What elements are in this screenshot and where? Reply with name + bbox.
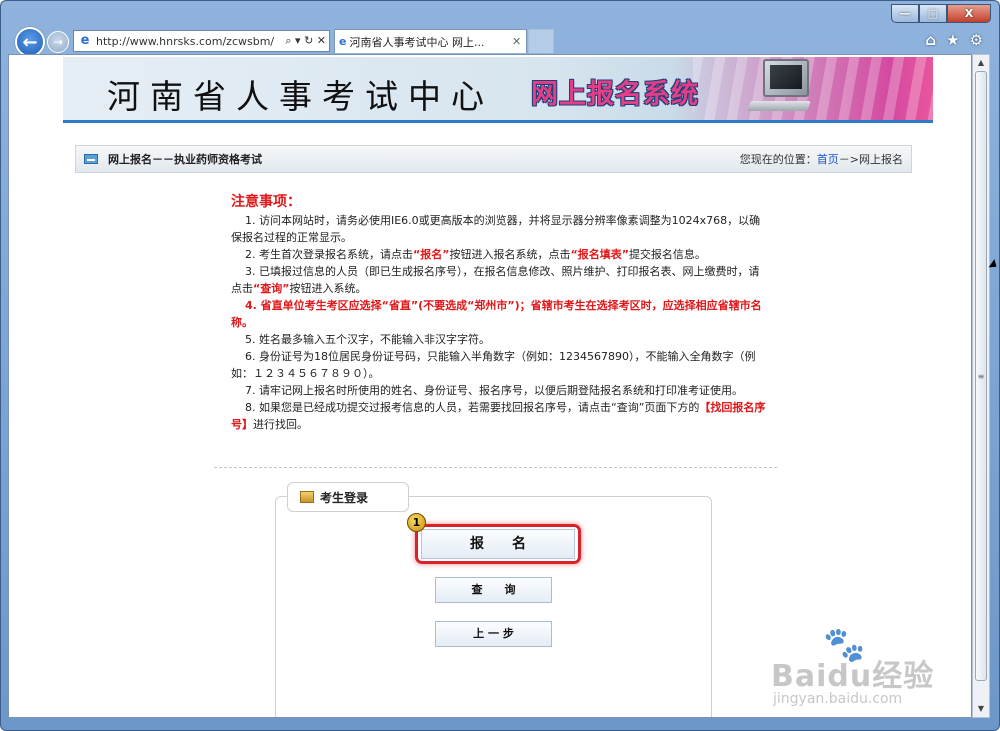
baidu-watermark: 🐾 Baidu经验 jingyan.baidu.com [761, 625, 971, 715]
breadcrumb-current: －>网上报名 [838, 153, 903, 166]
close-window-button[interactable]: X [947, 4, 991, 23]
notice-item-1: 1. 访问本网站时，请务必使用IE6.0或更高版本的浏览器，并将显示器分辨率像素… [231, 214, 761, 244]
notice-item-8: 8. 如果您是已经成功提交过报考信息的人员，若需要找回报名序号，请点击“查询”页… [231, 401, 766, 431]
notice-item-7: 7. 请牢记网上报名时所使用的姓名、身份证号、报名序号，以便后期登陆报名系统和打… [245, 384, 743, 397]
address-bar[interactable]: e http://www.hnrsks.com/zcwsbm/ ⌕ ▾ ↻ ✕ [73, 30, 330, 52]
site-banner: 河南省人事考试中心 网上报名系统 [63, 57, 933, 123]
back-button[interactable]: ← [15, 27, 45, 57]
page-title-bar: 网上报名－－执业药师资格考试 您现在的位置：首页－>网上报名 [75, 145, 912, 173]
scroll-down-arrow[interactable]: ▼ [973, 701, 989, 717]
list-icon [84, 154, 98, 164]
banner-system-name: 网上报名系统 [531, 79, 699, 110]
watermark-domain: jingyan.baidu.com [773, 691, 903, 707]
notice-item-6: 6. 身份证号为18位居民身份证号码，只能输入半角数字（例如：123456789… [231, 350, 756, 380]
query-button[interactable]: 查 询 [435, 577, 552, 603]
login-panel-tab: 考生登录 [287, 482, 409, 512]
scroll-thumb[interactable]: ≡ [975, 71, 987, 681]
breadcrumb: 您现在的位置：首页－>网上报名 [740, 151, 903, 167]
notice-item-2: 2. 考生首次登录报名系统，请点击“报名”按钮进入报名系统，点击“报名填表”提交… [245, 248, 706, 261]
maximize-button[interactable]: □ [919, 4, 947, 23]
register-highlight [415, 524, 581, 564]
tools-icon[interactable]: ⚙ [970, 31, 983, 49]
breadcrumb-prefix: 您现在的位置： [739, 153, 817, 166]
ie-tab-icon: e [339, 35, 347, 48]
forward-button[interactable]: → [47, 31, 69, 53]
step-badge: 1 [407, 513, 426, 532]
tab-close-icon[interactable]: ✕ [512, 35, 526, 48]
vertical-scrollbar[interactable]: ▲ ≡ ▼ [972, 54, 990, 718]
banner-title: 河南省人事考试中心 [107, 77, 494, 116]
tab-title: 河南省人事考试中心 网上... [349, 35, 485, 49]
grip-icon: ≡ [977, 371, 985, 381]
user-card-icon [300, 491, 314, 503]
notice-section: 注意事项： 1. 访问本网站时，请务必使用IE6.0或更高版本的浏览器，并将显示… [231, 193, 766, 433]
address-url[interactable]: http://www.hnrsks.com/zcwsbm/ [96, 35, 282, 48]
address-tools[interactable]: ⌕ ▾ ↻ ✕ [282, 34, 329, 48]
minimize-button[interactable]: — [891, 4, 919, 23]
scroll-up-arrow[interactable]: ▲ [973, 55, 989, 71]
browser-command-icons: ⌂ ★ ⚙ [925, 31, 983, 49]
page-title: 网上报名－－执业药师资格考试 [108, 153, 262, 166]
watermark-brand: Baidu经验 [771, 659, 935, 694]
notice-item-4: 4. 省直单位考生考区应选择“省直”(不要选成“郑州市”)；省辖市考生在选择考区… [231, 299, 762, 329]
computer-icon [747, 59, 823, 115]
ie-page-icon: e [80, 33, 90, 48]
login-panel-title: 考生登录 [320, 490, 369, 505]
favorites-icon[interactable]: ★ [946, 31, 959, 49]
previous-step-button[interactable]: 上 一 步 [435, 621, 552, 647]
notice-heading: 注意事项： [231, 194, 301, 210]
notice-item-3: 3. 已填报过信息的人员（即已生成报名序号），在报名信息修改、照片维护、打印报名… [231, 265, 760, 295]
home-icon[interactable]: ⌂ [925, 31, 936, 49]
notice-item-5: 5. 姓名最多输入五个汉字，不能输入非汉字字符。 [245, 333, 490, 346]
new-tab-button[interactable] [528, 29, 554, 53]
breadcrumb-home-link[interactable]: 首页 [817, 153, 839, 166]
window-controls: — □ X [891, 4, 991, 23]
tab-hnrsks[interactable]: e 河南省人事考试中心 网上... ✕ [334, 29, 527, 53]
section-divider [214, 467, 777, 468]
navigation-bar: ← → e http://www.hnrsks.com/zcwsbm/ ⌕ ▾ … [9, 27, 993, 57]
page-viewport: 河南省人事考试中心 网上报名系统 网上报名－－执业药师资格考试 您现在的位置：首… [8, 54, 972, 718]
